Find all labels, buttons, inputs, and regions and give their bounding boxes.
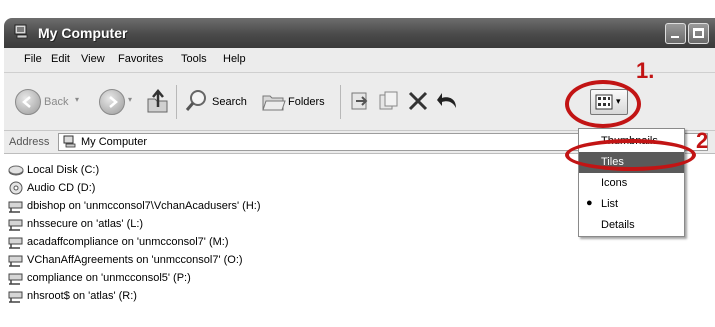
menu-edit[interactable]: Edit	[51, 53, 70, 65]
toolbar-separator	[340, 85, 341, 119]
arrow-right-icon	[109, 96, 118, 108]
views-menu-icons[interactable]: Icons	[579, 173, 684, 194]
network-drive-icon	[8, 255, 23, 267]
copy-to-icon[interactable]	[378, 90, 400, 112]
cd-drive-icon	[9, 181, 23, 195]
annotation-step-1: 1.	[636, 58, 655, 83]
list-item[interactable]: dbishop on 'unmcconsol7\VchanAcadusers' …	[8, 197, 261, 215]
menu-file[interactable]: File	[24, 53, 42, 65]
file-name: compliance on 'unmcconsol5' (P:)	[27, 272, 191, 284]
menu-help[interactable]: Help	[223, 53, 246, 65]
back-button[interactable]	[15, 89, 41, 115]
file-name: nhssecure on 'atlas' (L:)	[27, 218, 144, 230]
undo-icon[interactable]	[436, 90, 460, 112]
hard-disk-icon	[8, 165, 24, 176]
checked-bullet-icon: ●	[586, 197, 593, 209]
list-item[interactable]: compliance on 'unmcconsol5' (P:)	[8, 269, 191, 287]
network-drive-icon	[8, 291, 23, 303]
search-icon[interactable]	[184, 88, 210, 114]
menu-view[interactable]: View	[81, 53, 105, 65]
title-bar[interactable]: My Computer	[4, 18, 715, 48]
move-to-icon[interactable]	[349, 90, 371, 112]
list-item[interactable]: nhssecure on 'atlas' (L:)	[8, 215, 143, 233]
file-name: nhsroot$ on 'atlas' (R:)	[27, 290, 137, 302]
menu-item-label: List	[601, 198, 619, 210]
file-name: acadaffcompliance on 'unmcconsol7' (M:)	[27, 236, 229, 248]
list-item[interactable]: nhsroot$ on 'atlas' (R:)	[8, 287, 137, 305]
file-name: VChanAffAgreements on 'unmcconsol7' (O:)	[27, 254, 243, 266]
back-dropdown-icon[interactable]: ▾	[75, 95, 79, 104]
up-folder-icon[interactable]	[145, 87, 171, 115]
annotation-ring-views	[565, 80, 641, 128]
address-value: My Computer	[81, 136, 148, 148]
network-drive-icon	[8, 237, 23, 249]
annotation-ring-tiles	[565, 139, 696, 171]
minimize-icon	[671, 36, 679, 38]
computer-icon	[14, 24, 28, 39]
delete-icon[interactable]	[407, 90, 429, 112]
views-menu-list[interactable]: ● List	[579, 194, 684, 215]
address-label: Address	[9, 136, 50, 148]
minimize-button[interactable]	[665, 23, 686, 44]
folders-icon[interactable]	[261, 90, 287, 112]
maximize-button[interactable]	[688, 23, 709, 44]
maximize-icon	[693, 28, 704, 38]
menu-item-label: Details	[601, 219, 635, 231]
network-drive-icon	[8, 273, 23, 285]
menu-bar: File Edit View Favorites Tools Help	[4, 48, 715, 73]
computer-icon	[63, 135, 76, 148]
annotation-step-2: 2	[696, 128, 709, 153]
list-item[interactable]: acadaffcompliance on 'unmcconsol7' (M:)	[8, 233, 229, 251]
network-drive-icon	[8, 219, 23, 231]
folders-button[interactable]: Folders	[288, 96, 325, 108]
views-menu-details[interactable]: Details	[579, 215, 684, 236]
list-item[interactable]: Local Disk (C:)	[8, 161, 99, 179]
forward-button[interactable]	[99, 89, 125, 115]
forward-dropdown-icon[interactable]: ▾	[128, 95, 132, 104]
search-button[interactable]: Search	[212, 96, 247, 108]
menu-item-label: Icons	[601, 177, 628, 189]
list-item[interactable]: Audio CD (D:)	[8, 179, 95, 197]
file-name: Audio CD (D:)	[27, 182, 96, 194]
file-name: dbishop on 'unmcconsol7\VchanAcadusers' …	[27, 200, 261, 212]
file-name: Local Disk (C:)	[27, 164, 100, 176]
explorer-window: My Computer File Edit View Favorites Too…	[0, 0, 715, 327]
window-title: My Computer	[38, 25, 128, 41]
network-drive-icon	[8, 201, 23, 213]
back-label: Back	[44, 96, 69, 108]
arrow-left-icon	[22, 96, 31, 108]
list-item[interactable]: VChanAffAgreements on 'unmcconsol7' (O:)	[8, 251, 243, 269]
menu-favorites[interactable]: Favorites	[118, 53, 163, 65]
menu-tools[interactable]: Tools	[181, 53, 207, 65]
toolbar-separator	[176, 85, 177, 119]
